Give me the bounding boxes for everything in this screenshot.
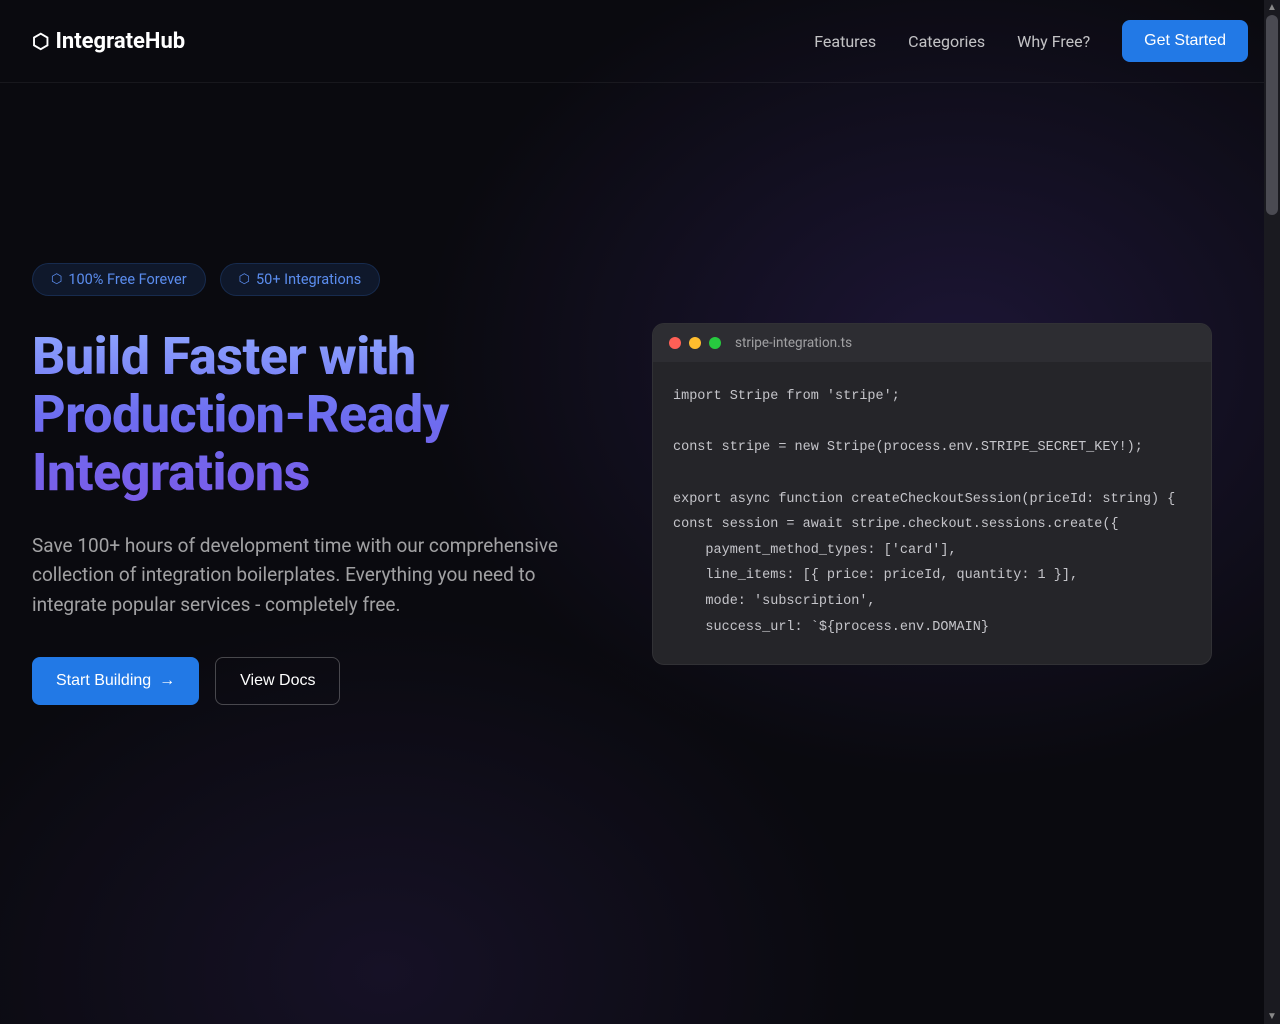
cta-row: Start Building → View Docs <box>32 657 592 705</box>
hero-section: ⬡ 100% Free Forever ⬡ 50+ Integrations B… <box>0 83 1280 705</box>
nav-link-categories[interactable]: Categories <box>908 32 985 51</box>
traffic-lights <box>669 337 721 349</box>
badge-free-forever: ⬡ 100% Free Forever <box>32 263 206 296</box>
close-icon[interactable] <box>669 337 681 349</box>
arrow-right-icon: → <box>159 672 175 690</box>
hero-headline: Build Faster with Production-Ready Integ… <box>32 328 592 503</box>
badge-text: 50+ Integrations <box>256 271 361 288</box>
logo[interactable]: ⬡ IntegrateHub <box>32 29 185 54</box>
nav-right: Features Categories Why Free? Get Starte… <box>814 20 1248 62</box>
badge-text: 100% Free Forever <box>68 271 186 288</box>
logo-text: IntegrateHub <box>55 29 185 54</box>
view-docs-button[interactable]: View Docs <box>215 657 340 705</box>
logo-icon: ⬡ <box>32 31 49 51</box>
nav-link-features[interactable]: Features <box>814 32 876 51</box>
top-nav: ⬡ IntegrateHub Features Categories Why F… <box>0 0 1280 83</box>
badge-integrations: ⬡ 50+ Integrations <box>220 263 381 296</box>
minimize-icon[interactable] <box>689 337 701 349</box>
start-building-label: Start Building <box>56 672 151 690</box>
scroll-down-icon[interactable]: ▼ <box>1267 1009 1277 1024</box>
scrollbar[interactable]: ▲ ▼ <box>1264 0 1280 1024</box>
scrollbar-track[interactable] <box>1264 15 1280 1009</box>
hero-left: ⬡ 100% Free Forever ⬡ 50+ Integrations B… <box>32 263 592 705</box>
badges: ⬡ 100% Free Forever ⬡ 50+ Integrations <box>32 263 592 296</box>
badge-icon: ⬡ <box>239 272 250 287</box>
start-building-button[interactable]: Start Building → <box>32 657 199 705</box>
scrollbar-thumb[interactable] <box>1266 15 1278 215</box>
badge-icon: ⬡ <box>51 272 62 287</box>
scroll-up-icon[interactable]: ▲ <box>1267 0 1277 15</box>
code-window: stripe-integration.ts import Stripe from… <box>652 323 1212 665</box>
code-header: stripe-integration.ts <box>653 324 1211 362</box>
code-body: import Stripe from 'stripe'; const strip… <box>653 362 1211 664</box>
maximize-icon[interactable] <box>709 337 721 349</box>
nav-link-why-free[interactable]: Why Free? <box>1017 32 1090 51</box>
get-started-button[interactable]: Get Started <box>1122 20 1248 62</box>
code-filename: stripe-integration.ts <box>735 335 852 351</box>
hero-right: stripe-integration.ts import Stripe from… <box>652 263 1212 665</box>
hero-subhead: Save 100+ hours of development time with… <box>32 531 592 619</box>
